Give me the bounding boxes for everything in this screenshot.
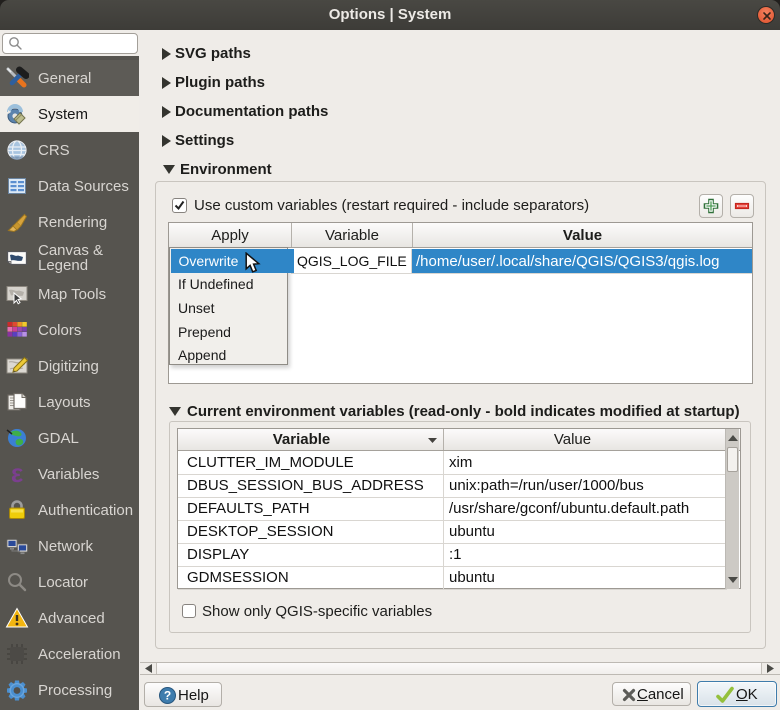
svg-text:?: ? bbox=[164, 689, 171, 703]
